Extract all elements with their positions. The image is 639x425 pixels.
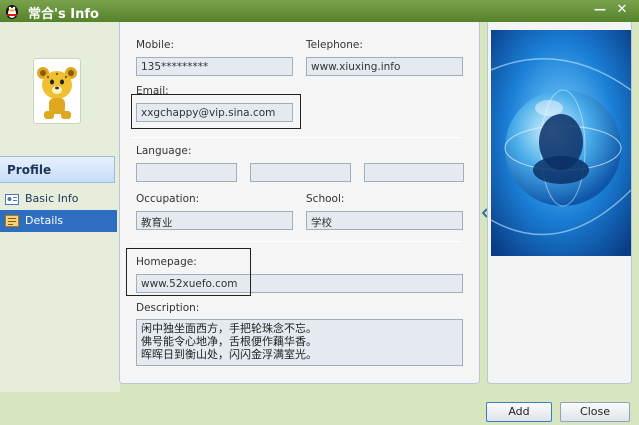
minimize-button[interactable]: — bbox=[592, 2, 608, 18]
sidebar-item-label: Basic Info bbox=[25, 192, 79, 205]
add-button[interactable]: Add bbox=[486, 402, 552, 422]
qq-penguin-icon bbox=[6, 5, 18, 19]
telephone-label: Telephone: bbox=[306, 39, 363, 51]
email-highlight-box bbox=[131, 94, 301, 129]
sidebar-item-label: Details bbox=[25, 214, 64, 227]
qq-show-image bbox=[491, 30, 631, 256]
language-label: Language: bbox=[136, 145, 192, 157]
sidebar-item-basic-info[interactable]: Basic Info bbox=[0, 188, 117, 210]
telephone-field[interactable]: www.xiuxing.info bbox=[306, 57, 463, 76]
mobile-field[interactable]: 135********* bbox=[136, 57, 293, 76]
mobile-label: Mobile: bbox=[136, 39, 174, 51]
description-field[interactable]: 闲中独坐面西方，手把轮珠念不忘。 佛号能令心地净，舌根便作藕华香。 晖晖日到衡山… bbox=[136, 319, 463, 366]
description-line: 晖晖日到衡山处，闪闪金浮满室光。 bbox=[141, 348, 317, 361]
section-divider bbox=[131, 241, 461, 242]
details-icon bbox=[5, 215, 19, 227]
school-field[interactable]: 学校 bbox=[306, 211, 463, 230]
leopard-avatar-icon bbox=[37, 67, 77, 119]
close-button[interactable]: Close bbox=[560, 402, 630, 422]
school-label: School: bbox=[306, 193, 345, 205]
id-card-icon bbox=[5, 194, 19, 205]
title-bar: 常合's Info — ✕ bbox=[0, 0, 639, 22]
profile-section-header: Profile bbox=[0, 156, 115, 183]
description-line: 闲中独坐面西方，手把轮珠念不忘。 bbox=[141, 322, 317, 335]
avatar[interactable] bbox=[33, 58, 81, 124]
description-line: 佛号能令心地净，舌根便作藕华香。 bbox=[141, 335, 317, 348]
sidebar-item-details[interactable]: Details bbox=[0, 210, 117, 232]
section-divider bbox=[131, 137, 461, 138]
homepage-highlight-box bbox=[126, 248, 251, 296]
language-field-2[interactable] bbox=[250, 163, 351, 182]
window-title: 常合's Info bbox=[28, 7, 99, 22]
occupation-field[interactable]: 教育业 bbox=[136, 211, 293, 230]
close-window-button[interactable]: ✕ bbox=[614, 2, 630, 18]
language-field-1[interactable] bbox=[136, 163, 237, 182]
description-label: Description: bbox=[136, 302, 200, 314]
occupation-label: Occupation: bbox=[136, 193, 200, 205]
language-field-3[interactable] bbox=[364, 163, 464, 182]
left-nav-panel: Profile Basic Info Details bbox=[0, 22, 120, 392]
